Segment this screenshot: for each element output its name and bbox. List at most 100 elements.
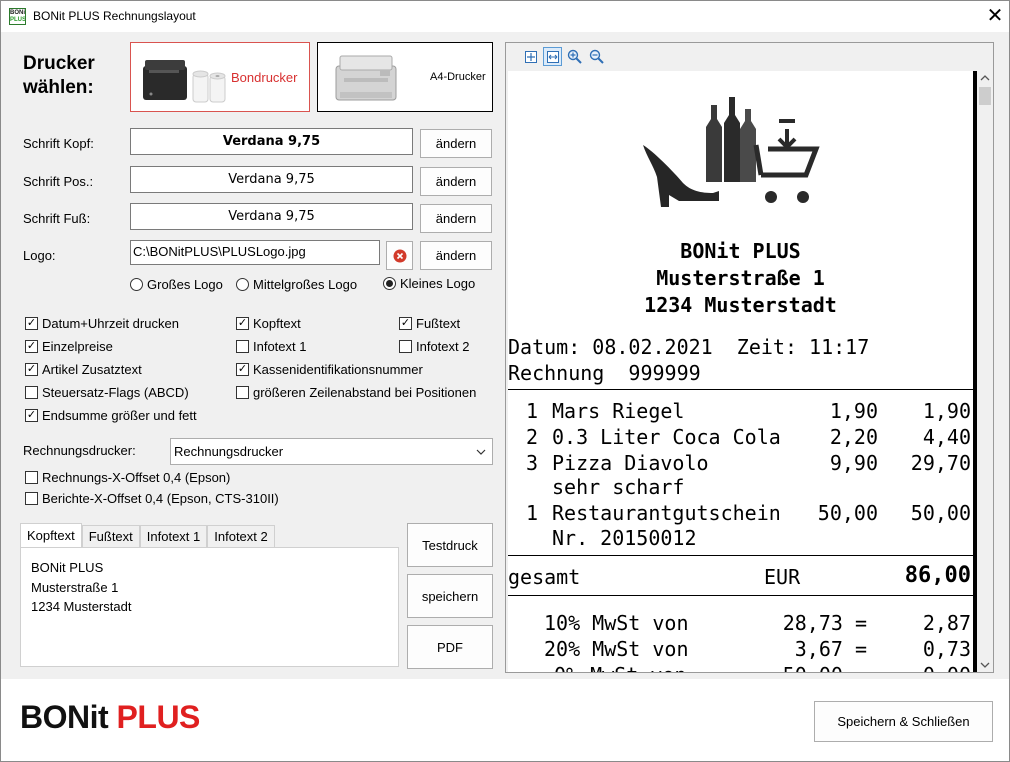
tab-content-textarea[interactable]: BONit PLUS Musterstraße 1 1234 Mustersta… <box>20 547 399 667</box>
font-foot-field[interactable]: Verdana 9,75 <box>130 203 413 230</box>
client-area: Drucker wählen: Bondrucker A4-Drucker Sc… <box>1 32 1009 679</box>
checkbox-endsumme-fett[interactable]: ✓ Endsumme größer und fett <box>25 408 197 423</box>
checkbox-empty <box>25 471 38 484</box>
checkbox-rechnungs-offset[interactable]: Rechnungs-X-Offset 0,4 (Epson) <box>25 470 230 485</box>
checkbox-infotext-1[interactable]: Infotext 1 <box>236 339 306 354</box>
save-button[interactable]: speichern <box>407 574 493 618</box>
checkbox-label: Steuersatz-Flags (ABCD) <box>42 385 189 400</box>
vat-base: 3,67 = <box>794 637 867 661</box>
font-pos-field[interactable]: Verdana 9,75 <box>130 166 413 193</box>
item-total: 1,90 <box>922 399 971 423</box>
brand-part-2: PLUS <box>116 699 201 735</box>
item-price: 9,90 <box>829 451 878 475</box>
footer-bar: BONit PLUS Speichern & Schließen <box>1 679 1009 761</box>
tab-infotext-2[interactable]: Infotext 2 <box>207 525 275 547</box>
checkbox-einzelpreise[interactable]: ✓ Einzelpreise <box>25 339 113 354</box>
invoice-printer-label: Rechnungsdrucker: <box>23 443 136 458</box>
vat-rate: 0% MwSt von <box>554 663 686 672</box>
checkbox-steuersatz-flags[interactable]: Steuersatz-Flags (ABCD) <box>25 385 189 400</box>
pdf-button[interactable]: PDF <box>407 625 493 669</box>
item-qty: 3 <box>526 451 539 475</box>
close-icon[interactable]: ✕ <box>983 4 1007 28</box>
radio-circle-selected <box>383 277 396 290</box>
checkmark-icon: ✓ <box>25 409 38 422</box>
item-extra: sehr scharf <box>552 475 685 499</box>
radio-label: Großes Logo <box>147 277 223 292</box>
total-currency: EUR <box>764 565 801 589</box>
font-head-field[interactable]: Verdana 9,75 <box>130 128 413 155</box>
radio-label: Kleines Logo <box>400 276 476 291</box>
text-line: BONit PLUS <box>31 560 104 575</box>
total-label: gesamt <box>508 565 581 589</box>
checkbox-date-time[interactable]: ✓ Datum+Uhrzeit drucken <box>25 316 179 331</box>
tab-kopftext[interactable]: Kopftext <box>20 523 82 547</box>
checkbox-label: Kopftext <box>253 316 301 331</box>
logo-change-button[interactable]: ändern <box>420 241 492 270</box>
scroll-up-icon[interactable] <box>977 71 993 85</box>
checkbox-label: Fußtext <box>416 316 461 331</box>
checkbox-empty <box>399 340 412 353</box>
receipt-divider <box>508 555 973 556</box>
a4-printer-button[interactable]: A4-Drucker <box>317 42 493 112</box>
zoom-out-icon[interactable] <box>587 47 606 66</box>
checkbox-label: Kassenidentifikationsnummer <box>253 362 423 377</box>
preview-scrollbar[interactable] <box>977 71 993 672</box>
checkbox-berichte-offset[interactable]: Berichte-X-Offset 0,4 (Epson, CTS-310II) <box>25 491 279 506</box>
checkbox-label: Infotext 1 <box>253 339 307 354</box>
checkbox-empty <box>25 386 38 399</box>
checkbox-fusstext[interactable]: ✓ Fußtext <box>399 316 460 331</box>
checkbox-kassenid[interactable]: ✓ Kassenidentifikationsnummer <box>236 362 423 377</box>
checkmark-icon: ✓ <box>236 363 249 376</box>
scroll-thumb[interactable] <box>979 87 991 105</box>
checkbox-empty <box>25 492 38 505</box>
app-logo-icon: BONit PLUS <box>9 8 26 25</box>
item-total: 4,40 <box>922 425 971 449</box>
bondrucker-label: Bondrucker <box>231 69 298 85</box>
radio-large-logo[interactable]: Großes Logo <box>130 277 223 292</box>
brand-logo: BONit PLUS <box>20 699 200 736</box>
vat-amount: 0,73 <box>922 637 971 661</box>
logo-label: Logo: <box>23 248 56 263</box>
font-foot-label: Schrift Fuß: <box>23 211 91 226</box>
radio-medium-logo[interactable]: Mittelgroßes Logo <box>236 277 357 292</box>
receipt-header-line: Musterstraße 1 <box>656 266 825 290</box>
checkbox-zeilenabstand[interactable]: größeren Zeilenabstand bei Positionen <box>236 385 476 400</box>
brand-part-1: BONit <box>20 699 109 735</box>
font-head-change-button[interactable]: ändern <box>420 129 492 158</box>
a4-printer-label: A4-Drucker <box>430 71 486 83</box>
logo-path-field[interactable]: C:\BONitPLUS\PLUSLogo.jpg <box>130 240 380 265</box>
invoice-printer-select[interactable]: Rechnungsdrucker <box>170 438 493 465</box>
font-pos-change-button[interactable]: ändern <box>420 167 492 196</box>
checkmark-icon: ✓ <box>236 317 249 330</box>
font-pos-label: Schrift Pos.: <box>23 174 94 189</box>
testdruck-button[interactable]: Testdruck <box>407 523 493 567</box>
font-foot-change-button[interactable]: ändern <box>420 204 492 233</box>
tab-infotext-1[interactable]: Infotext 1 <box>139 525 208 547</box>
bondrucker-button[interactable]: Bondrucker <box>130 42 310 112</box>
delete-icon <box>393 249 406 262</box>
receipt-printer-icon <box>143 60 226 103</box>
shop-logo-icon <box>643 97 820 207</box>
receipt-preview: BONit PLUS Musterstraße 1 1234 Mustersta… <box>505 42 994 673</box>
fit-page-icon[interactable] <box>521 47 540 66</box>
font-head-label: Schrift Kopf: <box>23 136 94 151</box>
checkbox-artikel-zusatztext[interactable]: ✓ Artikel Zusatztext <box>25 362 142 377</box>
checkbox-infotext-2[interactable]: Infotext 2 <box>399 339 469 354</box>
text-line: 1234 Musterstadt <box>31 599 132 614</box>
tab-fusstext[interactable]: Fußtext <box>81 525 140 547</box>
checkbox-label: Endsumme größer und fett <box>42 408 197 423</box>
fit-width-icon[interactable] <box>543 47 562 66</box>
scroll-down-icon[interactable] <box>977 658 993 672</box>
zoom-in-icon[interactable] <box>565 47 584 66</box>
checkbox-kopftext[interactable]: ✓ Kopftext <box>236 316 301 331</box>
item-qty: 1 <box>526 501 539 525</box>
radio-small-logo[interactable]: Kleines Logo <box>383 276 475 291</box>
checkbox-empty <box>236 340 249 353</box>
save-close-button[interactable]: Speichern & Schließen <box>814 701 993 742</box>
item-total: 50,00 <box>910 501 971 525</box>
vat-amount: 2,87 <box>922 611 971 635</box>
vat-base: 50,00 = <box>783 663 867 672</box>
logo-delete-button[interactable] <box>386 241 413 270</box>
item-total: 29,70 <box>910 451 971 475</box>
receipt-date-line: Datum: 08.02.2021 Zeit: 11:17 <box>508 335 870 359</box>
